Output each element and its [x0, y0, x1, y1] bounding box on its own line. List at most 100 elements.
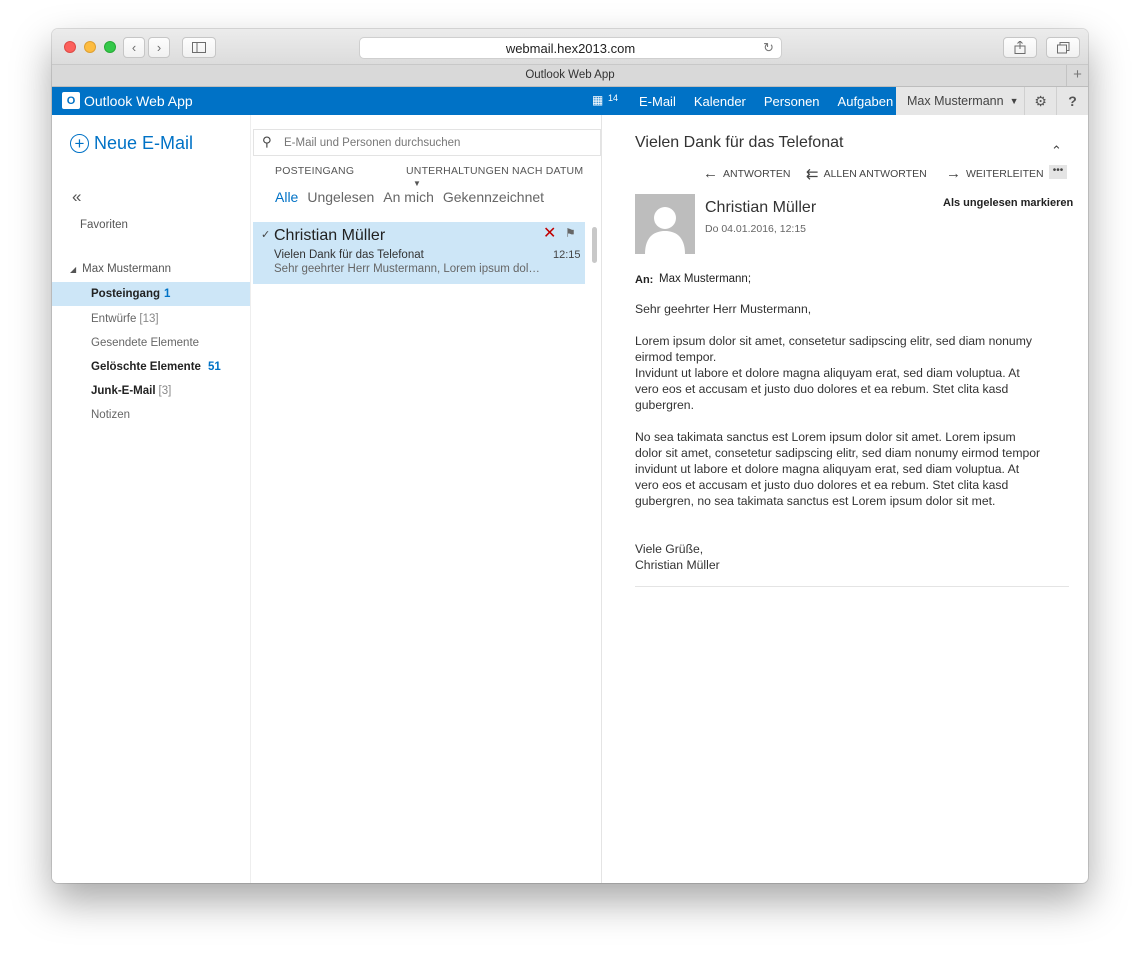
outlook-logo-icon: O [62, 92, 80, 109]
message-sender: Christian Müller [274, 227, 386, 244]
reply-button[interactable]: ← ANTWORTEN [703, 165, 790, 182]
address-bar[interactable]: webmail.hex2013.com ↻ [359, 37, 782, 59]
folder-junk[interactable]: Junk-E-Mail [3] [52, 379, 250, 403]
folder-notes[interactable]: Notizen [52, 403, 250, 427]
close-window-button[interactable] [64, 41, 76, 53]
folder-label: Entwürfe [91, 313, 137, 325]
nav-tasks[interactable]: Aufgaben [829, 94, 903, 109]
folder-deleted[interactable]: Gelöschte Elemente 51 [52, 355, 250, 379]
new-mail-label: Neue E-Mail [94, 133, 194, 153]
account-name: Max Mustermann [82, 263, 171, 275]
message-time: 12:15 [553, 249, 581, 261]
reply-all-button[interactable]: ⇇ ALLEN ANTWORTEN [806, 165, 927, 183]
arrow-left-icon: ← [703, 165, 718, 182]
favorites-label[interactable]: Favoriten [80, 219, 128, 231]
folder-label: Gesendete Elemente [91, 337, 200, 349]
gear-icon: ⚙ [1034, 92, 1047, 109]
sidebar-toggle-button[interactable] [182, 37, 216, 58]
reply-all-label: ALLEN ANTWORTEN [823, 168, 927, 180]
new-tab-button[interactable]: + [1066, 65, 1088, 86]
message-preview: Sehr geehrter Herr Mustermann, Lorem ips… [274, 263, 546, 275]
user-name: Max Mustermann [907, 94, 1004, 108]
plus-circle-icon: + [70, 134, 89, 153]
signature: Christian Müller [635, 558, 720, 572]
tab-title[interactable]: Outlook Web App [525, 69, 614, 81]
nav-calendar[interactable]: Kalender [685, 94, 755, 109]
app-header: O Outlook Web App ▦ 14 E-Mail Kalender P… [52, 87, 1088, 115]
chevron-left-icon: ‹ [131, 40, 137, 55]
sort-dropdown[interactable]: UNTERHALTUNGEN NACH DATUM ▼ [406, 165, 601, 189]
forward-label: WEITERLEITEN [966, 167, 1044, 180]
closing: Viele Grüße, [635, 542, 704, 556]
calendar-count: 14 [608, 93, 619, 103]
tabs-overview-button[interactable] [1046, 37, 1080, 58]
folder-label: Notizen [91, 409, 130, 421]
share-button[interactable] [1003, 37, 1037, 58]
more-actions-button[interactable]: ••• [1049, 165, 1067, 179]
nav-email[interactable]: E-Mail [630, 94, 685, 109]
tabs-icon [1056, 41, 1069, 53]
share-icon [1014, 41, 1026, 54]
filter-to-me[interactable]: An mich [383, 189, 434, 205]
sender-name[interactable]: Christian Müller [705, 199, 816, 217]
mark-unread-link[interactable]: Als ungelesen markieren [943, 197, 1073, 209]
item-count: [3] [158, 385, 172, 397]
paragraph-line: Lorem ipsum dolor sit amet, consetetur s… [635, 334, 1032, 364]
folder-sent[interactable]: Gesendete Elemente [52, 331, 250, 355]
delete-icon[interactable]: ✕ [543, 223, 556, 243]
app-logo[interactable]: O Outlook Web App [62, 92, 193, 109]
item-count: [13] [139, 313, 159, 325]
reload-icon[interactable]: ↻ [763, 40, 774, 56]
search-placeholder: E-Mail und Personen durchsuchen [284, 136, 461, 149]
browser-window: ‹ › webmail.hex2013.com ↻ Outlook Web Ap… [52, 29, 1088, 883]
greeting: Sehr geehrter Herr Mustermann, [635, 302, 812, 316]
new-mail-button[interactable]: + Neue E-Mail [70, 133, 193, 154]
zoom-window-button[interactable] [104, 41, 116, 53]
account-node[interactable]: ◢ Max Mustermann [70, 263, 171, 275]
main-nav: E-Mail Kalender Personen Aufgaben [630, 87, 902, 115]
list-scrollbar[interactable] [592, 227, 597, 263]
current-folder-label: POSTEINGANG [275, 165, 355, 177]
filter-all[interactable]: Alle [275, 189, 298, 205]
help-icon: ? [1068, 93, 1077, 109]
minimize-window-button[interactable] [84, 41, 96, 53]
collapse-pane-icon[interactable]: « [72, 187, 81, 207]
search-box[interactable]: ⚲ E-Mail und Personen durchsuchen [253, 129, 601, 156]
folder-label: Posteingang [91, 288, 161, 300]
reading-pane: Vielen Dank für das Telefonat ⌃ ← ANTWORT… [603, 115, 1088, 883]
filter-unread[interactable]: Ungelesen [307, 189, 374, 205]
filter-bar: Alle Ungelesen An mich Gekennzeichnet [275, 189, 553, 205]
reply-label: ANTWORTEN [723, 167, 791, 180]
nav-people[interactable]: Personen [755, 94, 829, 109]
forward-button[interactable]: → WEITERLEITEN [946, 165, 1044, 182]
folder-inbox[interactable]: Posteingang 1 [52, 282, 250, 306]
folder-drafts[interactable]: Entwürfe [13] [52, 307, 250, 331]
filter-flagged[interactable]: Gekennzeichnet [443, 189, 544, 205]
collapse-header-icon[interactable]: ⌃ [1051, 143, 1062, 159]
flag-icon[interactable]: ⚑ [565, 226, 576, 240]
sidebar-icon [192, 42, 206, 53]
folder-label: Junk-E-Mail [91, 385, 156, 397]
email-body: Sehr geehrter Herr Mustermann, Lorem ips… [635, 301, 1045, 589]
message-subject: Vielen Dank für das Telefonat [274, 249, 424, 261]
triangle-down-icon: ◢ [70, 265, 77, 274]
unread-count: 1 [164, 288, 171, 300]
caret-down-icon: ▼ [1009, 96, 1019, 106]
app-name: Outlook Web App [84, 92, 193, 109]
forward-button[interactable]: › [148, 37, 170, 58]
url-text: webmail.hex2013.com [505, 40, 636, 56]
sent-date: Do 04.01.2016, 12:15 [705, 223, 807, 235]
sort-label: UNTERHALTUNGEN NACH DATUM [406, 165, 584, 177]
user-menu[interactable]: Max Mustermann ▼ [896, 87, 1024, 115]
calendar-icon[interactable]: ▦ [592, 93, 603, 107]
chevron-right-icon: › [156, 40, 162, 55]
help-button[interactable]: ? [1056, 87, 1088, 115]
settings-button[interactable]: ⚙ [1024, 87, 1056, 115]
recipient[interactable]: Max Mustermann; [659, 273, 751, 285]
ellipsis-icon: ••• [1052, 165, 1064, 176]
to-label: An: [635, 274, 654, 286]
checkmark-icon[interactable]: ✓ [261, 228, 270, 241]
list-item[interactable]: ✓ Christian Müller Vielen Dank für das T… [253, 222, 585, 284]
back-button[interactable]: ‹ [123, 37, 145, 58]
double-arrow-left-icon: ⇇ [806, 166, 819, 183]
